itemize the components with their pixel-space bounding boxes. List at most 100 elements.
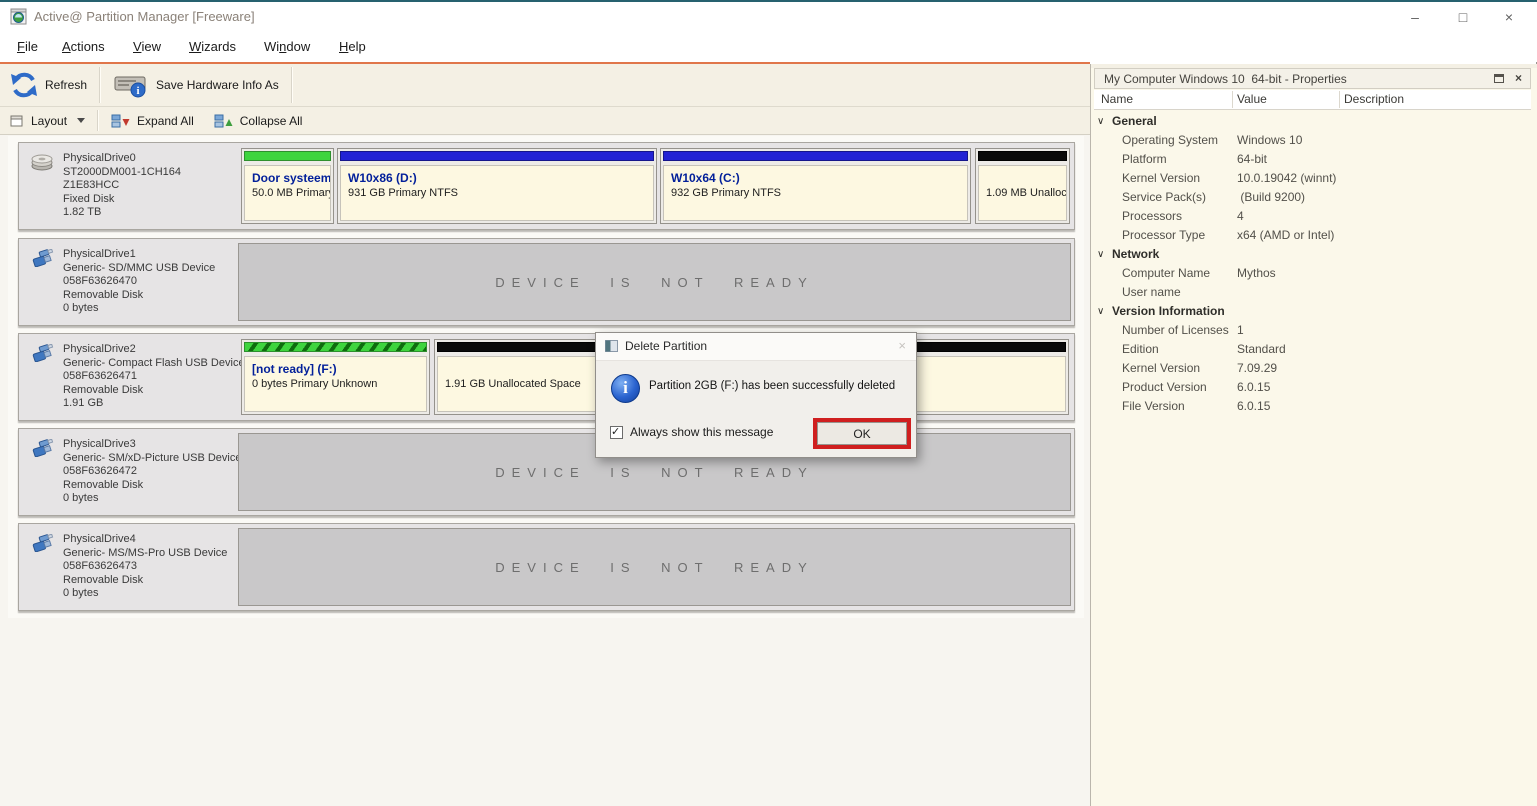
properties-rows: ∨ General Operating System Windows 10 Pl…: [1094, 112, 1531, 416]
menu-file[interactable]: File: [13, 32, 42, 62]
chevron-down-icon: [77, 118, 85, 123]
drive-model: Generic- SM/xD-Picture USB Device: [63, 452, 242, 466]
partition-detail: 50.0 MB Primary: [252, 187, 323, 199]
save-hardware-info-button[interactable]: i Save Hardware Info As: [103, 64, 289, 106]
partition-detail: 931 GB Primary NTFS: [348, 187, 646, 199]
window-title: Active@ Partition Manager [Freeware]: [34, 9, 255, 24]
drive-model: Generic- MS/MS-Pro USB Device: [63, 547, 227, 561]
property-row[interactable]: Platform 64-bit: [1094, 150, 1531, 169]
app-icon: [10, 8, 27, 25]
usb-device-icon: [31, 344, 57, 362]
property-row[interactable]: Kernel Version 10.0.19042 (winnt): [1094, 169, 1531, 188]
partition-title: [not ready] (F:): [252, 362, 419, 378]
svg-text:i: i: [137, 85, 140, 97]
usb-device-icon: [31, 249, 57, 267]
always-show-checkbox[interactable]: [610, 426, 623, 439]
properties-panel-title-bar: My Computer Windows 10 64-bit - Properti…: [1094, 68, 1531, 89]
property-row[interactable]: Operating System Windows 10: [1094, 131, 1531, 150]
device-not-ready-area: DEVICE IS NOT READY: [238, 243, 1071, 321]
menu-window[interactable]: Window: [260, 32, 314, 62]
partition-detail: 1.09 MB Unalloc: [986, 187, 1059, 199]
drive-size: 0 bytes: [63, 492, 242, 506]
drive-row-physicaldrive4[interactable]: PhysicalDrive4 Generic- MS/MS-Pro USB De…: [18, 523, 1075, 611]
app-window: Active@ Partition Manager [Freeware] – □…: [0, 0, 1537, 806]
drive-serial: 058F63626470: [63, 275, 215, 289]
property-row[interactable]: File Version 6.0.15: [1094, 397, 1531, 416]
property-row[interactable]: Service Pack(s) (Build 9200): [1094, 188, 1531, 207]
menu-view[interactable]: View: [129, 32, 165, 62]
partition-title: W10x86 (D:): [348, 171, 646, 187]
property-row[interactable]: Processor Type x64 (AMD or Intel): [1094, 226, 1531, 245]
info-icon: [611, 374, 640, 403]
minimize-button[interactable]: –: [1393, 2, 1437, 32]
drive-type: Removable Disk: [63, 289, 215, 303]
dialog-close-icon[interactable]: ×: [898, 338, 906, 353]
property-row[interactable]: Product Version 6.0.15: [1094, 378, 1531, 397]
property-section-network[interactable]: ∨ Network: [1094, 245, 1531, 264]
layout-dropdown-button[interactable]: Layout: [0, 107, 95, 134]
main-toolbar: Refresh i Save Hardware Info As: [0, 64, 1090, 107]
refresh-button[interactable]: Refresh: [0, 64, 97, 106]
close-button[interactable]: ×: [1487, 2, 1531, 32]
drive-row-physicaldrive0[interactable]: PhysicalDrive0 ST2000DM001-1CH164 Z1E83H…: [18, 142, 1075, 230]
expand-all-icon: [111, 113, 130, 129]
property-row[interactable]: Kernel Version 7.09.29: [1094, 359, 1531, 378]
drive-row-physicaldrive1[interactable]: PhysicalDrive1 Generic- SD/MMC USB Devic…: [18, 238, 1075, 326]
always-show-label: Always show this message: [630, 425, 773, 439]
refresh-icon: [10, 71, 38, 99]
hard-disk-icon: [31, 153, 57, 171]
drive-size: 1.91 GB: [63, 397, 245, 411]
partition-box-unallocated[interactable]: 1.09 MB Unalloc: [975, 148, 1070, 224]
device-not-ready-text: DEVICE IS NOT READY: [495, 465, 814, 480]
partition-box-w10x86[interactable]: W10x86 (D:) 931 GB Primary NTFS: [337, 148, 657, 224]
partition-detail: 0 bytes Primary Unknown: [252, 378, 419, 390]
column-separator[interactable]: [1232, 91, 1233, 108]
dialog-title-bar[interactable]: Delete Partition ×: [596, 333, 916, 361]
chevron-down-icon[interactable]: ∨: [1097, 245, 1104, 264]
usb-device-icon: [31, 439, 57, 457]
partition-box-door-systeem[interactable]: Door systeem ( 50.0 MB Primary: [241, 148, 334, 224]
save-hardware-label: Save Hardware Info As: [156, 78, 279, 92]
property-section-general[interactable]: ∨ General: [1094, 112, 1531, 131]
column-header-name[interactable]: Name: [1101, 92, 1133, 106]
menu-wizards[interactable]: Wizards: [185, 32, 240, 62]
menu-actions[interactable]: Actions: [58, 32, 109, 62]
drive-type: Fixed Disk: [63, 193, 181, 207]
drive-size: 0 bytes: [63, 302, 215, 316]
layout-label: Layout: [31, 114, 67, 128]
property-row[interactable]: Processors 4: [1094, 207, 1531, 226]
ok-button-highlight: OK: [813, 418, 911, 449]
ok-button[interactable]: OK: [817, 422, 907, 445]
drive-model: ST2000DM001-1CH164: [63, 166, 181, 180]
drive-serial: 058F63626471: [63, 370, 245, 384]
collapse-all-button[interactable]: Collapse All: [204, 107, 313, 134]
chevron-down-icon[interactable]: ∨: [1097, 302, 1104, 321]
menu-bar: File Actions View Wizards Window Help: [0, 32, 1537, 62]
partition-title: W10x64 (C:): [671, 171, 960, 187]
menu-help[interactable]: Help: [335, 32, 370, 62]
column-header-description[interactable]: Description: [1344, 92, 1404, 106]
toolbar-separator: [99, 67, 101, 103]
partition-usage-bar: [663, 151, 968, 161]
properties-panel-title: My Computer Windows 10 64-bit - Properti…: [1104, 72, 1347, 86]
collapse-all-icon: [214, 113, 233, 129]
partition-box-not-ready-f[interactable]: [not ready] (F:) 0 bytes Primary Unknown: [241, 339, 430, 415]
expand-all-button[interactable]: Expand All: [101, 107, 204, 134]
property-row[interactable]: Computer Name Mythos: [1094, 264, 1531, 283]
property-section-version-information[interactable]: ∨ Version Information: [1094, 302, 1531, 321]
toolbar-separator: [291, 67, 293, 103]
float-window-icon[interactable]: [1494, 74, 1504, 83]
column-separator[interactable]: [1339, 91, 1340, 108]
chevron-down-icon[interactable]: ∨: [1097, 112, 1104, 131]
partition-usage-bar: [244, 151, 331, 161]
partition-usage-bar: [978, 151, 1067, 161]
property-row[interactable]: Number of Licenses 1: [1094, 321, 1531, 340]
panel-close-icon[interactable]: ×: [1515, 71, 1522, 85]
property-row[interactable]: Edition Standard: [1094, 340, 1531, 359]
maximize-button[interactable]: □: [1441, 2, 1485, 32]
property-row[interactable]: User name: [1094, 283, 1531, 302]
layout-toolbar: Layout Expand All Collapse All: [0, 107, 1090, 135]
title-bar: Active@ Partition Manager [Freeware] – □…: [0, 2, 1537, 32]
partition-box-w10x64[interactable]: W10x64 (C:) 932 GB Primary NTFS: [660, 148, 971, 224]
column-header-value[interactable]: Value: [1237, 92, 1267, 106]
